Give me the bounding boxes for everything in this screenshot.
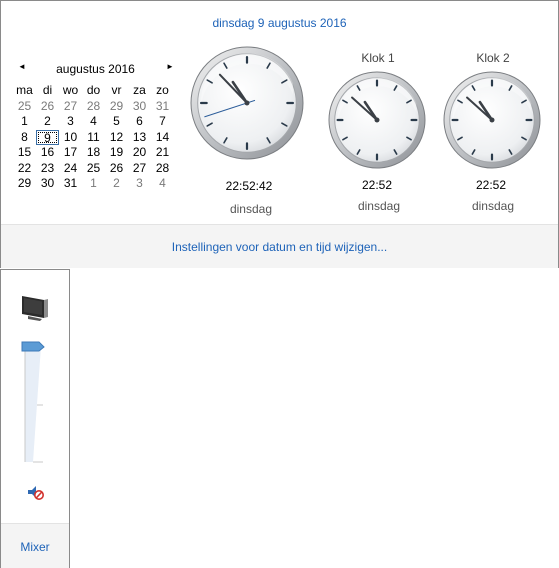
clock-1-day: dinsdag [357,199,401,213]
calendar-day[interactable]: 25 [13,99,36,115]
calendar-day[interactable]: 15 [13,145,36,161]
local-clock-day: dinsdag [229,202,273,216]
calendar-day[interactable]: 1 [82,176,105,192]
weekday-header: di [42,83,53,97]
monitor-speaker-icon[interactable] [20,294,50,322]
weekday-header: do [86,83,101,97]
calendar-day[interactable]: 17 [59,145,82,161]
calendar-day[interactable]: 7 [151,114,174,130]
local-clock-time: 22:52:42 [225,179,273,193]
calendar-day[interactable]: 4 [82,114,105,130]
change-datetime-settings-link[interactable]: Instellingen voor datum en tijd wijzigen… [1,240,558,254]
next-month-arrow-icon[interactable]: ► [165,61,175,73]
calendar-day[interactable]: 13 [128,130,151,146]
calendar-day[interactable]: 31 [59,176,82,192]
calendar-day[interactable]: 29 [13,176,36,192]
datetime-footer: Instellingen voor datum en tijd wijzigen… [1,224,558,268]
calendar-day[interactable]: 30 [36,176,59,192]
calendar-month-label[interactable]: augustus 2016 [13,62,178,76]
clock-1-face [328,71,426,169]
weekday-header: za [133,83,146,97]
clock-1-time: 22:52 [361,178,393,192]
calendar-day[interactable]: 22 [13,161,36,177]
calendar-day[interactable]: 31 [151,99,174,115]
long-date-link[interactable]: dinsdag 9 augustus 2016 [1,16,558,30]
calendar-day[interactable]: 25 [82,161,105,177]
calendar-day[interactable]: 26 [105,161,128,177]
calendar-day[interactable]: 11 [82,130,105,146]
weekday-header: zo [156,83,169,97]
calendar-day[interactable]: 6 [128,114,151,130]
volume-footer: Mixer [1,523,69,568]
calendar-grid: ma di wo do vr za zo 25 26 27 28 29 30 31 1 2 3 4 5 6 7 8 9 10 1… [13,83,178,192]
calendar-day[interactable]: 2 [105,176,128,192]
calendar-day[interactable]: 18 [82,145,105,161]
calendar-day[interactable]: 14 [151,130,174,146]
calendar-day[interactable]: 27 [128,161,151,177]
clock-1 [327,70,427,170]
clock-1-title: Klok 1 [361,51,395,65]
calendar-day[interactable]: 2 [36,114,59,130]
calendar-day[interactable]: 3 [128,176,151,192]
calendar-day[interactable]: 20 [128,145,151,161]
volume-slider-thumb[interactable] [21,341,45,352]
calendar-day[interactable]: 4 [151,176,174,192]
volume-flyout: Mixer [0,269,70,568]
clock-2 [442,70,542,170]
speaker-muted-icon[interactable] [27,485,45,501]
calendar-day[interactable]: 19 [105,145,128,161]
calendar-day-today[interactable]: 9 [36,129,59,145]
weekday-header: wo [62,83,79,97]
calendar-day[interactable]: 10 [59,130,82,146]
calendar-day[interactable]: 28 [82,99,105,115]
calendar-day[interactable]: 27 [59,99,82,115]
weekday-header: ma [16,83,33,97]
local-clock-face [190,46,304,160]
calendar-day[interactable]: 23 [36,161,59,177]
calendar-day[interactable]: 1 [13,114,36,130]
calendar-day[interactable]: 16 [36,145,59,161]
clock-2-time: 22:52 [475,178,507,192]
weekday-header: vr [111,83,122,97]
volume-slider[interactable] [19,340,53,466]
calendar-day[interactable]: 24 [59,161,82,177]
calendar-day[interactable]: 21 [151,145,174,161]
clock-2-title: Klok 2 [476,51,510,65]
calendar-nav: ◄ augustus 2016 ► [13,59,178,79]
clock-2-face [443,71,541,169]
calendar-day[interactable]: 3 [59,114,82,130]
local-clock [189,45,305,161]
calendar-day[interactable]: 30 [128,99,151,115]
calendar-day[interactable]: 26 [36,99,59,115]
calendar-day[interactable]: 12 [105,130,128,146]
clock-2-day: dinsdag [471,199,515,213]
calendar: ◄ augustus 2016 ► ma di wo do vr za zo 25 26 27 28… [13,59,178,192]
datetime-flyout: dinsdag 9 augustus 2016 ◄ augustus 2016 … [0,0,559,268]
calendar-day[interactable]: 5 [105,114,128,130]
calendar-day[interactable]: 8 [13,130,36,146]
calendar-day[interactable]: 29 [105,99,128,115]
mixer-link[interactable]: Mixer [1,540,69,554]
calendar-day[interactable]: 28 [151,161,174,177]
